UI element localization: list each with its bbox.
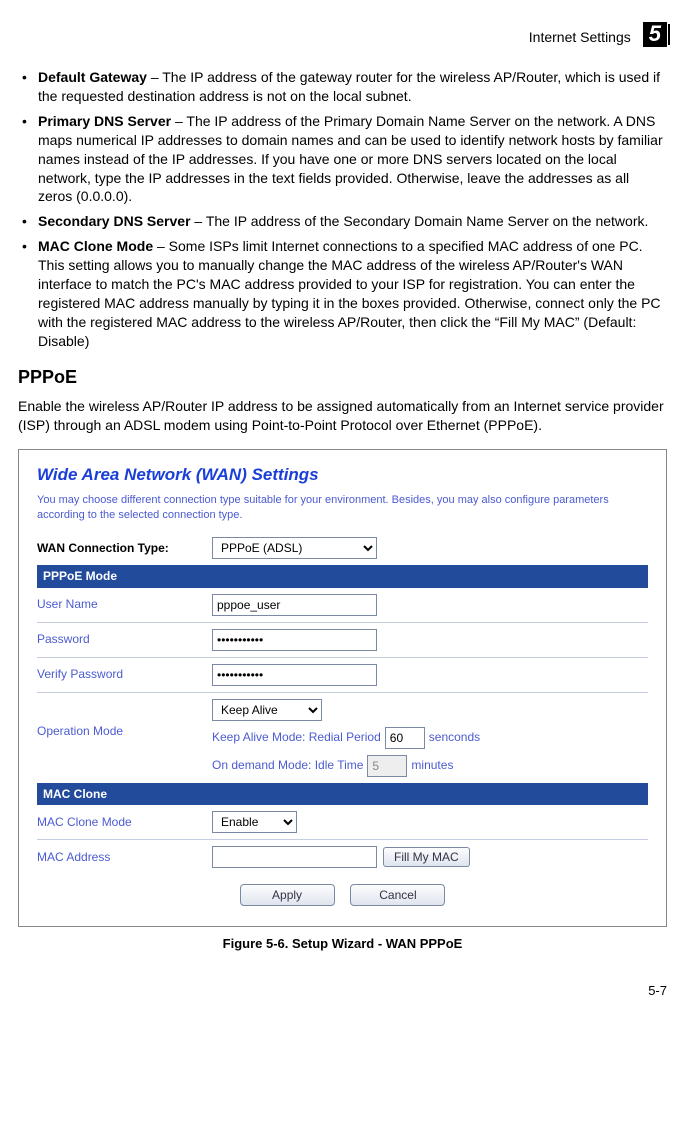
row-operation-mode: Operation Mode Keep Alive Keep Alive Mod… [37,699,648,777]
term: Primary DNS Server [38,113,171,129]
row-verify-password: Verify Password [37,664,648,686]
mac-clone-mode-label: MAC Clone Mode [37,814,212,830]
figure-caption: Figure 5-6. Setup Wizard - WAN PPPoE [18,935,667,953]
row-mac-clone-mode: MAC Clone Mode Enable [37,811,648,833]
chapter-number: 5 [643,22,667,47]
section-intro: Enable the wireless AP/Router IP address… [18,397,667,435]
username-input[interactable] [212,594,377,616]
term: Default Gateway [38,69,147,85]
redial-period-input[interactable] [385,727,425,749]
section-heading: PPPoE [18,365,667,389]
keepalive-prefix: Keep Alive Mode: Redial Period [212,729,381,745]
ondemand-line: On demand Mode: Idle Time minutes [212,755,648,777]
mac-address-input[interactable] [212,846,377,868]
list-item: Primary DNS Server – The IP address of t… [18,112,667,206]
cancel-button[interactable]: Cancel [350,884,445,906]
list-item: Secondary DNS Server – The IP address of… [18,212,667,231]
definition-list: Default Gateway – The IP address of the … [18,68,667,350]
keepalive-line: Keep Alive Mode: Redial Period senconds [212,727,648,749]
section-bar-macclone: MAC Clone [37,783,648,805]
list-item: MAC Clone Mode – Some ISPs limit Interne… [18,237,667,350]
row-mac-address: MAC Address Fill My MAC [37,846,648,868]
figure-screenshot: Wide Area Network (WAN) Settings You may… [18,449,667,927]
password-label: Password [37,631,212,647]
ondemand-prefix: On demand Mode: Idle Time [212,757,363,773]
mac-clone-mode-select[interactable]: Enable [212,811,297,833]
row-password: Password [37,629,648,651]
section-bar-pppoe: PPPoE Mode [37,565,648,587]
fill-my-mac-button[interactable]: Fill My MAC [383,847,470,867]
term: Secondary DNS Server [38,213,191,229]
mac-address-label: MAC Address [37,849,212,865]
header-title: Internet Settings [529,28,631,47]
verify-password-label: Verify Password [37,666,212,682]
definition: – The IP address of the Secondary Domain… [191,213,649,229]
ondemand-suffix: minutes [411,757,453,773]
row-connection-type: WAN Connection Type: PPPoE (ADSL) [37,537,648,559]
term: MAC Clone Mode [38,238,153,254]
page-number: 5-7 [18,982,667,1000]
apply-button[interactable]: Apply [240,884,335,906]
operation-mode-label: Operation Mode [37,699,212,739]
idle-time-input[interactable] [367,755,407,777]
connection-type-label: WAN Connection Type: [37,540,212,556]
list-item: Default Gateway – The IP address of the … [18,68,667,106]
wan-settings-title: Wide Area Network (WAN) Settings [37,464,648,487]
page-header: Internet Settings 5 [18,25,667,50]
password-input[interactable] [212,629,377,651]
definition: – Some ISPs limit Internet connections t… [38,238,661,348]
verify-password-input[interactable] [212,664,377,686]
operation-mode-select[interactable]: Keep Alive [212,699,322,721]
row-username: User Name [37,594,648,616]
wan-settings-desc: You may choose different connection type… [37,493,648,524]
connection-type-select[interactable]: PPPoE (ADSL) [212,537,377,559]
keepalive-suffix: senconds [429,729,480,745]
action-buttons: Apply Cancel [37,884,648,906]
username-label: User Name [37,596,212,612]
